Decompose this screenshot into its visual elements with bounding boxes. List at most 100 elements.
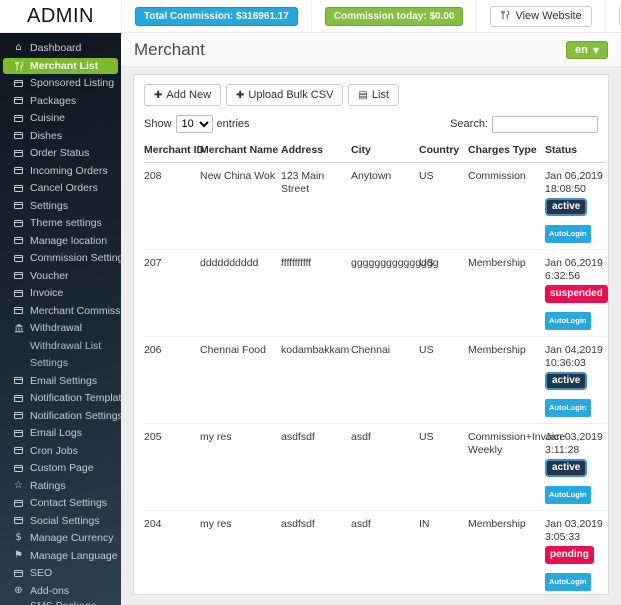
- status-time: 10:36:03: [545, 357, 586, 369]
- sidebar-item-commission-settings[interactable]: Commission Settings: [3, 250, 121, 266]
- status-time: 3:11:28: [545, 444, 580, 456]
- sidebar-item-seo[interactable]: SEO: [3, 565, 118, 581]
- sidebar-item-dishes[interactable]: Dishes: [3, 128, 118, 144]
- status-time: 3:05:33: [545, 531, 581, 543]
- sidebar-item-label: Notification Settings: [30, 409, 121, 422]
- topbar: ADMIN Total Commission: $316961.17 Commi…: [0, 0, 621, 33]
- cell-id: 206: [144, 336, 200, 424]
- sidebar-item-settings[interactable]: Settings: [3, 198, 118, 214]
- autologin-badge[interactable]: AutoLogin: [545, 312, 591, 330]
- total-commission-badge: Total Commission: $316961.17: [135, 6, 298, 26]
- upload-bulk-csv-button[interactable]: ✚ Upload Bulk CSV: [226, 84, 344, 106]
- sidebar-item-label: Custom Page: [30, 462, 94, 474]
- add-new-button[interactable]: ✚ Add New: [144, 84, 222, 106]
- cell-country: US: [419, 170, 434, 182]
- cell-city: Chennai: [351, 336, 419, 424]
- card-icon: [12, 132, 25, 139]
- cell-status: Jan 03,2019 3:11:28 active AutoLogin: [545, 423, 606, 511]
- sidebar-item-invoice[interactable]: Invoice: [3, 285, 118, 301]
- sidebar-item-merchant-list[interactable]: Merchant List: [3, 57, 118, 74]
- page-size-control: Show 10 entries: [144, 115, 250, 133]
- cell-name: New China Wok: [200, 170, 276, 182]
- card-icon: [12, 569, 25, 577]
- sidebar-item-label: Merchant Commission: [30, 304, 121, 317]
- sidebar-item-social-settings[interactable]: Social Settings: [3, 513, 118, 529]
- cell-status: Jan 04,2019 10:36:03 active AutoLogin: [545, 336, 606, 424]
- status-badge: active: [545, 198, 588, 216]
- autologin-badge[interactable]: AutoLogin: [545, 225, 591, 243]
- sidebar-item-sponsored-listing[interactable]: Sponsored Listing: [3, 75, 118, 91]
- list-button[interactable]: ▤ List: [348, 84, 399, 106]
- search-control: Search:: [450, 115, 598, 133]
- sidebar-item-manage-currency[interactable]: $ Manage Currency: [3, 530, 118, 546]
- cell-charges: Membership: [468, 510, 545, 598]
- total-commission-cell: Total Commission: $316961.17: [121, 0, 311, 32]
- sidebar-item-manage-language[interactable]: ⚑ Manage Language: [3, 548, 118, 564]
- cell-name: my res: [200, 423, 281, 511]
- language-dropdown[interactable]: en ▼: [566, 41, 608, 59]
- autologin-badge[interactable]: AutoLogin: [545, 486, 591, 504]
- sidebar-item-cuisine[interactable]: Cuisine: [3, 110, 118, 126]
- sidebar-item-custom-page[interactable]: Custom Page: [3, 460, 118, 476]
- view-website-button[interactable]: View Website: [490, 5, 592, 27]
- card-icon: [12, 97, 25, 104]
- sidebar-item-settings[interactable]: Settings: [3, 355, 118, 371]
- cell-name: Tiffin: [200, 597, 281, 605]
- status-date: Jan 04,2019: [545, 344, 603, 356]
- main-area: Merchant en ▼ ✚ Add New ✚ Upload Bulk CS…: [121, 33, 621, 605]
- sidebar-item-sms-package[interactable]: SMS Package: [3, 600, 118, 605]
- shell: ⌂ Dashboard Merchant List Sponsored Listing…: [0, 33, 621, 605]
- cell-address: 123 Main Street: [281, 170, 325, 195]
- sidebar-item-email-logs[interactable]: Email Logs: [3, 425, 118, 441]
- cutlery-icon: [12, 60, 25, 71]
- sidebar-item-theme-settings[interactable]: Theme settings: [3, 215, 118, 231]
- status-time: 18:08:50: [545, 183, 586, 195]
- table-row: 205 my res asdfsdf asdf US Commission+Invoice…: [144, 423, 606, 511]
- card-icon: [12, 219, 25, 227]
- cell-address: asdfsdf: [281, 423, 351, 511]
- merchant-panel: ✚ Add New ✚ Upload Bulk CSV ▤ List Show …: [133, 74, 609, 605]
- sidebar-item-label: Email Settings: [30, 374, 98, 387]
- sidebar-item-merchant-commission[interactable]: Merchant Commission: [3, 303, 121, 319]
- sidebar-item-label: Social Settings: [30, 514, 100, 527]
- sidebar-item-contact-settings[interactable]: Contact Settings: [3, 495, 118, 511]
- cell-city: asdf: [351, 510, 419, 598]
- sidebar-item-label: Add-ons: [30, 584, 70, 597]
- sidebar-item-label: Sponsored Listing: [30, 77, 115, 89]
- sidebar-item-label: Manage location: [30, 234, 108, 247]
- sidebar-item-manage-location[interactable]: Manage location: [3, 233, 118, 249]
- sidebar-item-incoming-orders[interactable]: Incoming Orders: [3, 163, 118, 179]
- page-size-select[interactable]: 10: [175, 115, 213, 133]
- sidebar-item-dashboard[interactable]: ⌂ Dashboard: [3, 40, 118, 56]
- sidebar-item-withdrawal-list[interactable]: Withdrawal List: [3, 338, 118, 354]
- page-header: Merchant en ▼: [121, 33, 621, 67]
- sidebar-item-withdrawal[interactable]: Withdrawal: [3, 320, 118, 336]
- sidebar-item-order-status[interactable]: Order Status: [3, 145, 118, 161]
- column-header-city: City: [351, 139, 419, 163]
- cell-city: Anytown: [351, 170, 392, 182]
- sidebar-item-label: Theme settings: [30, 217, 102, 229]
- sidebar-item-cron-jobs[interactable]: Cron Jobs: [3, 443, 118, 459]
- sidebar-item-voucher[interactable]: Voucher: [3, 268, 118, 284]
- sidebar: ⌂ Dashboard Merchant List Sponsored Listing…: [0, 33, 121, 605]
- sidebar-item-email-settings[interactable]: Email Settings: [3, 373, 118, 389]
- cell-country: IN: [419, 510, 468, 598]
- sidebar-item-notification-template[interactable]: Notification Template: [3, 390, 121, 406]
- autologin-badge[interactable]: AutoLogin: [545, 399, 591, 417]
- sidebar-item-add-ons[interactable]: ⊕ Add-ons: [3, 583, 118, 599]
- sidebar-item-packages[interactable]: Packages: [3, 93, 118, 109]
- cell-id: 207: [144, 249, 200, 337]
- autologin-badge[interactable]: AutoLogin: [545, 573, 591, 591]
- flag-icon: ⚑: [14, 549, 23, 561]
- cell-charges: Commission+Invoice Weekly: [468, 423, 565, 511]
- search-input[interactable]: [492, 115, 598, 133]
- content: ✚ Add New ✚ Upload Bulk CSV ▤ List Show …: [121, 67, 621, 605]
- sidebar-item-notification-settings[interactable]: Notification Settings: [3, 408, 121, 424]
- star-icon: ☆: [14, 479, 23, 491]
- cell-status: Jan 03,2019 3:05:33 pending AutoLogin: [545, 510, 606, 598]
- column-header-country: Country: [419, 139, 468, 163]
- sidebar-item-cancel-orders[interactable]: Cancel Orders: [3, 180, 118, 196]
- sidebar-item-label: Order Status: [30, 147, 90, 159]
- sidebar-item-label: Voucher: [30, 269, 69, 282]
- sidebar-item-ratings[interactable]: ☆ Ratings: [3, 478, 118, 494]
